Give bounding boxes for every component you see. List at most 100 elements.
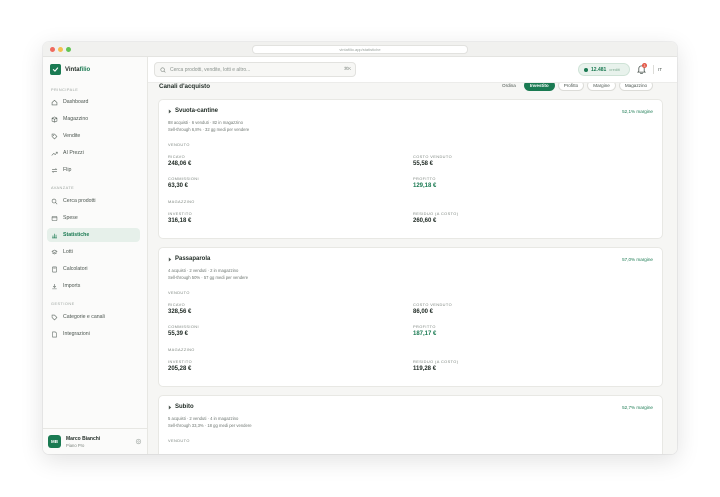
close-dot[interactable] (50, 47, 55, 52)
label-commissioni: COMMISSIONI (168, 324, 199, 329)
sidebar-item-label: Calcolatori (63, 266, 88, 272)
receipt-icon (51, 215, 58, 221)
main-content: Canali d'acquisto Ordina Investito Profi… (148, 83, 677, 454)
value-investito: 205,28 € (168, 366, 192, 372)
search-input[interactable]: Cerca prodotti, vendite, lotti e altro..… (154, 62, 356, 77)
download-icon (52, 283, 57, 289)
chevron-right-icon (168, 405, 172, 409)
sidebar-item-lotti[interactable]: Lotti (47, 245, 140, 259)
value-profitto: 129,18 € (413, 183, 437, 189)
sidebar-item-label: Flip (63, 167, 72, 173)
sidebar-item-vendite[interactable]: Vendite (47, 129, 140, 143)
divider (653, 65, 654, 74)
label-magazzino: MAGAZZINO (168, 347, 195, 352)
margin-badge: 57,0% margine (622, 257, 653, 262)
language-selector[interactable]: IT (658, 67, 662, 72)
sidebar-item-spese[interactable]: Spese (47, 211, 140, 225)
app: Vintafilio PRINCIPALE Dashboard Magazzin… (43, 57, 677, 454)
credits-badge[interactable]: 12.481 crediti (578, 63, 630, 76)
value-ricavo: 248,06 € (168, 161, 192, 167)
sidebar-item-flip[interactable]: Flip (47, 163, 140, 177)
channel-name: Passaparola (168, 256, 210, 262)
sort-profitto[interactable]: Profitto (557, 83, 585, 91)
value-profitto: 187,17 € (413, 331, 437, 337)
label-investito: INVESTITO (168, 211, 193, 216)
status-dot-icon (584, 67, 588, 72)
channel-meta: 5 acquisti · 2 venduti · 4 in magazzino (168, 416, 239, 421)
sort-margine[interactable]: Margine (587, 83, 616, 91)
section-title-gestione: GESTIONE (51, 302, 75, 306)
credits-label: crediti (609, 67, 620, 72)
label-investito: INVESTITO (168, 359, 193, 364)
brand-name-accent: filio (79, 66, 91, 73)
label-ricavo: RICAVO (168, 154, 186, 159)
label-profitto: PROFITTO (413, 176, 436, 181)
browser-chrome: vintafilio.app/statistiche (43, 42, 677, 57)
chevron-right-icon (168, 257, 172, 261)
sidebar-item-cerca-prodotti[interactable]: Cerca prodotti (47, 194, 140, 208)
label-venduto: VENDUTO (168, 142, 190, 147)
search-icon (51, 198, 58, 204)
sidebar-item-label: Categorie e canali (63, 314, 105, 320)
sidebar-item-label: Vendite (63, 133, 81, 139)
minimize-dot[interactable] (58, 47, 63, 52)
settings-icon[interactable] (135, 438, 142, 445)
search-icon (160, 66, 166, 73)
window-controls (50, 47, 71, 52)
sidebar-item-integrazioni[interactable]: Integrazioni (47, 327, 140, 341)
sort-magazzino[interactable]: Magazzino (618, 83, 654, 91)
category-icon (51, 314, 58, 320)
label-commissioni: COMMISSIONI (168, 176, 199, 181)
value-costo-venduto: 86,00 € (413, 309, 434, 315)
search-placeholder: Cerca prodotti, vendite, lotti e altro..… (170, 66, 251, 73)
credits-value: 12.481 (591, 66, 607, 73)
channel-name-text: Subito (175, 404, 194, 410)
value-residuo: 119,28 € (413, 366, 437, 372)
layers-icon (51, 249, 58, 254)
margin-badge: 52,1% margine (622, 109, 653, 114)
channel-card[interactable]: Svuota-cantine 52,1% margine 88 acquisti… (158, 99, 663, 239)
maximize-dot[interactable] (66, 47, 71, 52)
avatar: MB (48, 435, 61, 448)
sidebar-item-imports[interactable]: Imports (47, 279, 140, 293)
channel-name-text: Passaparola (175, 256, 211, 262)
sidebar-item-statistiche[interactable]: Statistiche (47, 228, 140, 242)
label-profitto: PROFITTO (413, 324, 436, 329)
bar-chart-icon (52, 233, 57, 238)
sidebar-item-label: Magazzino (63, 116, 89, 122)
sidebar-item-label: Statistiche (63, 232, 90, 238)
tag-icon (51, 133, 58, 139)
value-commissioni: 55,39 € (168, 331, 189, 337)
label-venduto: VENDUTO (168, 290, 190, 295)
label-costo-venduto: COSTO VENDUTO (413, 154, 452, 159)
user-profile[interactable]: MB Marco Bianchi Piano Pro (43, 428, 148, 454)
label-venduto: VENDUTO (168, 438, 190, 443)
box-icon (51, 116, 58, 122)
sort-investito[interactable]: Investito (523, 83, 555, 91)
user-info: Marco Bianchi Piano Pro (66, 436, 100, 448)
topbar: Cerca prodotti, vendite, lotti e altro..… (148, 57, 677, 83)
channel-meta: 88 acquisti · 6 venduti · 82 in magazzin… (168, 120, 243, 125)
channel-name-text: Svuota-cantine (175, 108, 219, 114)
brand-name-main: Vinta (65, 66, 80, 73)
sidebar-item-dashboard[interactable]: Dashboard (47, 95, 140, 109)
url-bar[interactable]: vintafilio.app/statistiche (252, 45, 468, 54)
user-name: Marco Bianchi (66, 435, 101, 442)
sidebar: Vintafilio PRINCIPALE Dashboard Magazzin… (43, 57, 148, 454)
brand[interactable]: Vintafilio (50, 64, 90, 75)
section-title-avanzate: AVANZATE (51, 186, 75, 190)
browser-window: vintafilio.app/statistiche Vintafilio PR… (43, 42, 677, 454)
sidebar-item-ai-prezzi[interactable]: AI Prezzi (47, 146, 140, 160)
channel-card[interactable]: Subito 52,7% margine 5 acquisti · 2 vend… (158, 395, 663, 454)
sort-pills: Ordina Investito Profitto Margine Magazz… (497, 83, 654, 91)
sidebar-item-magazzino[interactable]: Magazzino (47, 112, 140, 126)
channel-name: Svuota-cantine (168, 108, 218, 114)
channel-card[interactable]: Passaparola 57,0% margine 4 acquisti · 2… (158, 247, 663, 387)
channel-meta: 4 acquisti · 2 venduti · 2 in magazzino (168, 268, 239, 273)
chevron-right-icon (168, 109, 172, 113)
sidebar-item-categorie[interactable]: Categorie e canali (47, 310, 140, 324)
home-icon (51, 99, 58, 105)
sidebar-item-calcolatori[interactable]: Calcolatori (47, 262, 140, 276)
margin-badge: 52,7% margine (622, 405, 653, 410)
page-title: Canali d'acquisto (159, 83, 210, 90)
